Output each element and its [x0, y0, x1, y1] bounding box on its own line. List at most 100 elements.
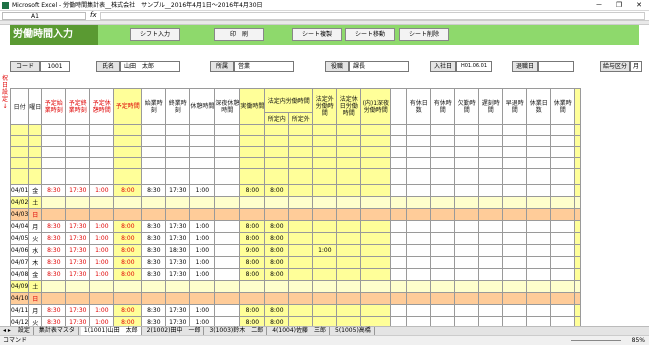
value-cell[interactable]: 1:00 [89, 184, 115, 197]
blank-cell[interactable] [360, 168, 392, 185]
value-cell[interactable]: 8:00 [113, 256, 143, 269]
name-value[interactable]: 山田 太郎 [120, 61, 180, 72]
value-cell[interactable] [165, 292, 191, 305]
tab-scroll-icon[interactable]: ◂ ▸ [3, 327, 11, 334]
value-cell[interactable] [454, 244, 480, 257]
blank-cell[interactable] [264, 124, 290, 136]
blank-cell[interactable] [288, 157, 314, 169]
value-cell[interactable] [89, 208, 115, 221]
blank-cell[interactable] [65, 124, 91, 136]
value-cell[interactable]: 8:30 [141, 268, 167, 281]
value-cell[interactable] [526, 208, 552, 221]
value-cell[interactable] [550, 280, 576, 293]
leave-date-value[interactable] [538, 61, 574, 72]
value-cell[interactable] [288, 304, 314, 317]
value-cell[interactable]: 8:30 [41, 256, 67, 269]
blank-cell[interactable] [113, 168, 143, 185]
value-cell[interactable] [574, 256, 582, 269]
date-cell[interactable]: 04/06 [9, 244, 30, 257]
value-cell[interactable] [390, 208, 408, 221]
value-cell[interactable] [288, 244, 314, 257]
blank-cell[interactable] [454, 168, 480, 185]
value-cell[interactable]: 17:30 [65, 184, 91, 197]
value-cell[interactable] [526, 244, 552, 257]
blank-cell[interactable] [390, 168, 408, 185]
value-cell[interactable] [430, 304, 456, 317]
value-cell[interactable] [574, 304, 582, 317]
value-cell[interactable]: 1:00 [312, 244, 338, 257]
value-cell[interactable] [65, 280, 91, 293]
value-cell[interactable] [113, 280, 143, 293]
value-cell[interactable] [454, 196, 480, 209]
blank-cell[interactable] [9, 135, 30, 147]
value-cell[interactable]: 1:00 [189, 256, 216, 269]
value-cell[interactable] [550, 304, 576, 317]
sheet-tab[interactable]: 2(1002)田中 一郎 [144, 327, 205, 335]
value-cell[interactable] [264, 292, 290, 305]
value-cell[interactable]: 17:30 [65, 220, 91, 233]
value-cell[interactable] [336, 244, 362, 257]
value-cell[interactable]: 17:30 [165, 184, 191, 197]
value-cell[interactable] [239, 292, 266, 305]
value-cell[interactable] [406, 304, 432, 317]
blank-cell[interactable] [390, 124, 408, 136]
fx-icon[interactable]: fx [90, 11, 97, 19]
value-cell[interactable] [454, 220, 480, 233]
blank-cell[interactable] [89, 124, 115, 136]
blank-cell[interactable] [406, 146, 432, 158]
dow-cell[interactable]: 日 [28, 208, 43, 221]
value-cell[interactable] [478, 280, 504, 293]
value-cell[interactable]: 8:00 [264, 244, 290, 257]
blank-cell[interactable] [574, 168, 582, 185]
blank-cell[interactable] [239, 146, 266, 158]
value-cell[interactable] [113, 196, 143, 209]
delete-sheet-button[interactable]: シート削除 [399, 28, 449, 41]
blank-cell[interactable] [574, 124, 582, 136]
value-cell[interactable] [113, 208, 143, 221]
value-cell[interactable] [141, 292, 167, 305]
blank-cell[interactable] [360, 135, 392, 147]
dow-cell[interactable]: 土 [28, 196, 43, 209]
blank-cell[interactable] [336, 135, 362, 147]
value-cell[interactable]: 17:30 [165, 304, 191, 317]
dow-cell[interactable]: 火 [28, 232, 43, 245]
value-cell[interactable] [336, 292, 362, 305]
value-cell[interactable] [502, 184, 528, 197]
formula-input[interactable] [100, 12, 645, 20]
blank-cell[interactable] [214, 168, 241, 185]
close-button[interactable]: ✕ [629, 0, 649, 11]
value-cell[interactable] [360, 220, 392, 233]
blank-cell[interactable] [214, 124, 241, 136]
blank-cell[interactable] [65, 157, 91, 169]
blank-cell[interactable] [239, 135, 266, 147]
blank-cell[interactable] [288, 135, 314, 147]
value-cell[interactable] [574, 280, 582, 293]
blank-cell[interactable] [478, 135, 504, 147]
blank-cell[interactable] [65, 168, 91, 185]
value-cell[interactable] [478, 184, 504, 197]
date-cell[interactable]: 04/02 [9, 196, 30, 209]
value-cell[interactable] [390, 268, 408, 281]
value-cell[interactable] [390, 244, 408, 257]
value-cell[interactable] [550, 208, 576, 221]
value-cell[interactable] [360, 244, 392, 257]
value-cell[interactable]: 8:30 [141, 304, 167, 317]
blank-cell[interactable] [312, 157, 338, 169]
value-cell[interactable]: 8:00 [264, 232, 290, 245]
value-cell[interactable]: 8:00 [113, 184, 143, 197]
blank-cell[interactable] [478, 124, 504, 136]
value-cell[interactable] [406, 220, 432, 233]
value-cell[interactable] [288, 232, 314, 245]
value-cell[interactable] [390, 184, 408, 197]
blank-cell[interactable] [9, 157, 30, 169]
blank-cell[interactable] [390, 146, 408, 158]
blank-cell[interactable] [336, 157, 362, 169]
zoom-slider[interactable] [571, 340, 621, 341]
blank-cell[interactable] [41, 146, 67, 158]
blank-cell[interactable] [526, 168, 552, 185]
blank-cell[interactable] [288, 146, 314, 158]
blank-cell[interactable] [454, 135, 480, 147]
value-cell[interactable]: 8:00 [264, 304, 290, 317]
blank-cell[interactable] [189, 146, 216, 158]
value-cell[interactable] [41, 196, 67, 209]
